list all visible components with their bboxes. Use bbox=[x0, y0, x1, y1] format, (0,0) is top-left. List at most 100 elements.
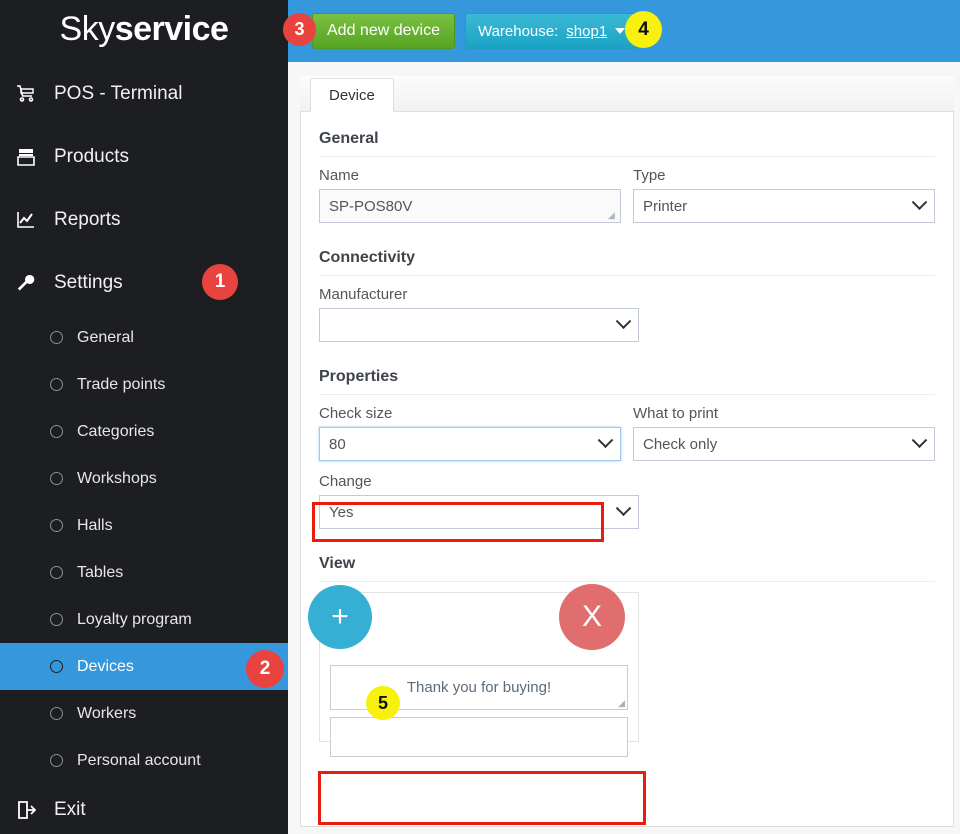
sidebar-sub-label: Personal account bbox=[77, 751, 201, 769]
add-line-button[interactable]: + bbox=[308, 585, 372, 649]
sidebar-sub-label: Trade points bbox=[77, 375, 166, 393]
radio-icon bbox=[50, 707, 63, 720]
remove-line-button[interactable]: X bbox=[559, 584, 625, 650]
change-select[interactable]: Yes bbox=[319, 495, 639, 529]
step-badge-4: 4 bbox=[625, 11, 662, 48]
sidebar-item-label: Exit bbox=[54, 799, 86, 820]
sidebar-item-settings[interactable]: Settings bbox=[0, 251, 288, 314]
app-root: Sky service POS - Terminal Products Repor… bbox=[0, 0, 960, 834]
top-header-bar: Add new device Warehouse: shop1 bbox=[288, 0, 960, 62]
change-label: Change bbox=[319, 473, 372, 490]
sidebar-sub-label: Devices bbox=[77, 657, 134, 675]
section-title-general: General bbox=[319, 126, 935, 157]
name-field-group: Name SP-POS80V ◢ bbox=[319, 167, 621, 223]
sidebar-sub-label: Workers bbox=[77, 704, 137, 722]
step-badge-5: 5 bbox=[366, 686, 400, 720]
check-size-select-value: 80 bbox=[329, 435, 346, 453]
brand-logo[interactable]: Sky service bbox=[0, 0, 288, 62]
sidebar-item-products[interactable]: Products bbox=[0, 125, 288, 188]
warehouse-prefix-label: Warehouse: bbox=[477, 22, 559, 40]
chevron-down-icon bbox=[911, 431, 928, 448]
sidebar-item-label: Settings bbox=[54, 271, 123, 293]
sidebar-sub-label: Loyalty program bbox=[77, 610, 192, 628]
receipt-line-text: Thank you for buying! bbox=[406, 679, 552, 696]
sidebar-item-workshops[interactable]: Workshops bbox=[0, 455, 288, 502]
chevron-down-icon bbox=[615, 312, 632, 329]
check-size-field-group: Check size 80 bbox=[319, 405, 621, 461]
wrench-icon bbox=[16, 274, 46, 292]
section-title-properties: Properties bbox=[319, 364, 935, 395]
what-to-print-select-value: Check only bbox=[643, 435, 718, 453]
radio-icon bbox=[50, 331, 63, 344]
sidebar-item-label: Reports bbox=[54, 208, 121, 230]
section-title-view: View bbox=[319, 551, 935, 582]
view-receipt-card: + X Thank you for buying! ◢ bbox=[308, 584, 639, 757]
what-to-print-select[interactable]: Check only bbox=[633, 427, 935, 461]
sidebar-item-label: Products bbox=[54, 145, 129, 167]
sidebar-item-devices[interactable]: Devices bbox=[0, 643, 288, 690]
radio-icon bbox=[50, 519, 63, 532]
properties-fields-row-1: Check size 80 What to print Check only bbox=[319, 405, 935, 473]
sidebar-item-personal-account[interactable]: Personal account bbox=[0, 737, 288, 784]
step-badge-3: 3 bbox=[283, 13, 316, 46]
sidebar-item-halls[interactable]: Halls bbox=[0, 502, 288, 549]
check-size-label: Check size bbox=[319, 405, 393, 422]
sidebar-item-exit[interactable]: Exit bbox=[0, 784, 288, 834]
step-badge-2-number: 2 bbox=[259, 658, 271, 679]
name-input[interactable]: SP-POS80V ◢ bbox=[319, 189, 621, 223]
check-size-select[interactable]: 80 bbox=[319, 427, 621, 461]
add-new-device-button[interactable]: Add new device bbox=[312, 13, 455, 49]
resize-grip-icon[interactable]: ◢ bbox=[618, 698, 625, 709]
step-badge-1-number: 1 bbox=[214, 271, 226, 292]
radio-icon bbox=[50, 425, 63, 438]
sidebar-sub-label: General bbox=[77, 328, 134, 346]
chart-icon bbox=[16, 211, 46, 229]
sidebar-item-pos-terminal[interactable]: POS - Terminal bbox=[0, 62, 288, 125]
warehouse-value-label: shop1 bbox=[566, 22, 608, 40]
sidebar-item-general[interactable]: General bbox=[0, 314, 288, 361]
name-input-value: SP-POS80V bbox=[329, 197, 413, 215]
resize-grip-icon[interactable]: ◢ bbox=[608, 211, 618, 221]
sidebar-sub-label: Halls bbox=[77, 516, 113, 534]
cart-icon bbox=[16, 84, 46, 103]
chevron-down-icon bbox=[911, 193, 928, 210]
brand-service: service bbox=[114, 9, 229, 48]
manufacturer-field-group: Manufacturer bbox=[319, 286, 639, 342]
sidebar-item-reports[interactable]: Reports bbox=[0, 188, 288, 251]
manufacturer-label: Manufacturer bbox=[319, 286, 408, 303]
step-badge-1: 1 bbox=[202, 264, 238, 300]
close-icon: X bbox=[581, 600, 602, 633]
radio-icon bbox=[50, 566, 63, 579]
add-new-device-label: Add new device bbox=[327, 22, 440, 39]
sidebar-item-categories[interactable]: Categories bbox=[0, 408, 288, 455]
type-select[interactable]: Printer bbox=[633, 189, 935, 223]
sidebar-sub-label: Categories bbox=[77, 422, 155, 440]
sidebar-sub-label: Workshops bbox=[77, 469, 157, 487]
radio-icon bbox=[50, 613, 63, 626]
receipt-line-textarea-2[interactable] bbox=[330, 717, 628, 757]
tab-label: Device bbox=[329, 86, 375, 104]
step-badge-3-number: 3 bbox=[294, 19, 305, 39]
sidebar-item-tables[interactable]: Tables bbox=[0, 549, 288, 596]
type-field-group: Type Printer bbox=[633, 167, 935, 223]
brand-sky: Sky bbox=[59, 9, 116, 48]
change-field-group: Change Yes bbox=[319, 473, 639, 529]
sidebar-item-trade-points[interactable]: Trade points bbox=[0, 361, 288, 408]
plus-icon: + bbox=[331, 600, 349, 633]
radio-icon bbox=[50, 754, 63, 767]
chevron-down-icon bbox=[615, 28, 626, 34]
radio-icon bbox=[50, 472, 63, 485]
sidebar-item-loyalty-program[interactable]: Loyalty program bbox=[0, 596, 288, 643]
general-fields-row: Name SP-POS80V ◢ Type Printer bbox=[319, 167, 935, 235]
tab-device[interactable]: Device bbox=[310, 78, 394, 112]
warehouse-selector-button[interactable]: Warehouse: shop1 bbox=[464, 13, 639, 49]
sidebar-item-workers[interactable]: Workers bbox=[0, 690, 288, 737]
radio-icon bbox=[50, 660, 63, 673]
what-to-print-field-group: What to print Check only bbox=[633, 405, 935, 461]
chevron-down-icon bbox=[615, 499, 632, 516]
type-select-value: Printer bbox=[643, 197, 688, 215]
manufacturer-select[interactable] bbox=[319, 308, 639, 342]
exit-icon bbox=[16, 801, 46, 819]
step-badge-2: 2 bbox=[246, 650, 284, 688]
what-to-print-label: What to print bbox=[633, 405, 719, 422]
